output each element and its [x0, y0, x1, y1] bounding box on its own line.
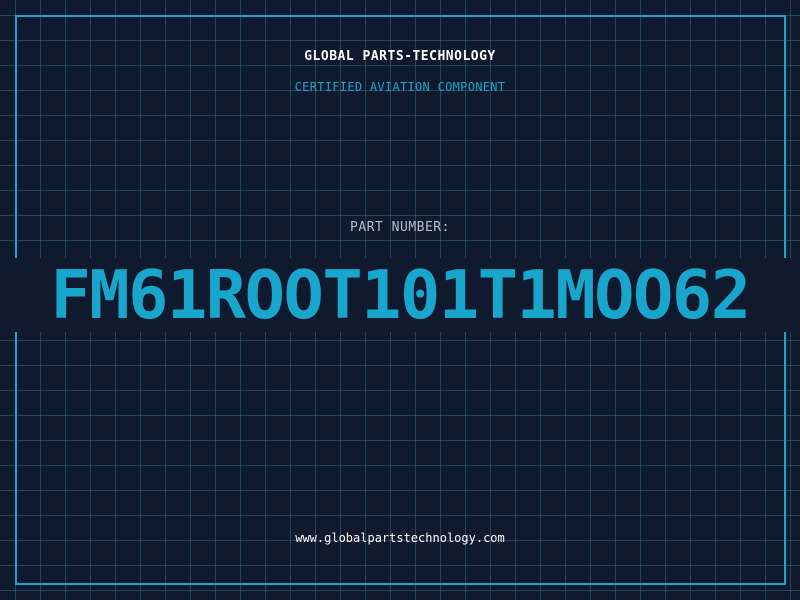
certification-tagline: CERTIFIED AVIATION COMPONENT [294, 80, 506, 94]
company-name: GLOBAL PARTS-TECHNOLOGY [304, 49, 496, 64]
website-url: www.globalpartstechnology.com [295, 531, 505, 545]
part-label-card: GLOBAL PARTS-TECHNOLOGY CERTIFIED AVIATI… [0, 0, 800, 600]
part-number-value: FM61ROOT101T1MOO62 [50, 258, 751, 332]
part-number-label: PART NUMBER: [350, 220, 450, 235]
